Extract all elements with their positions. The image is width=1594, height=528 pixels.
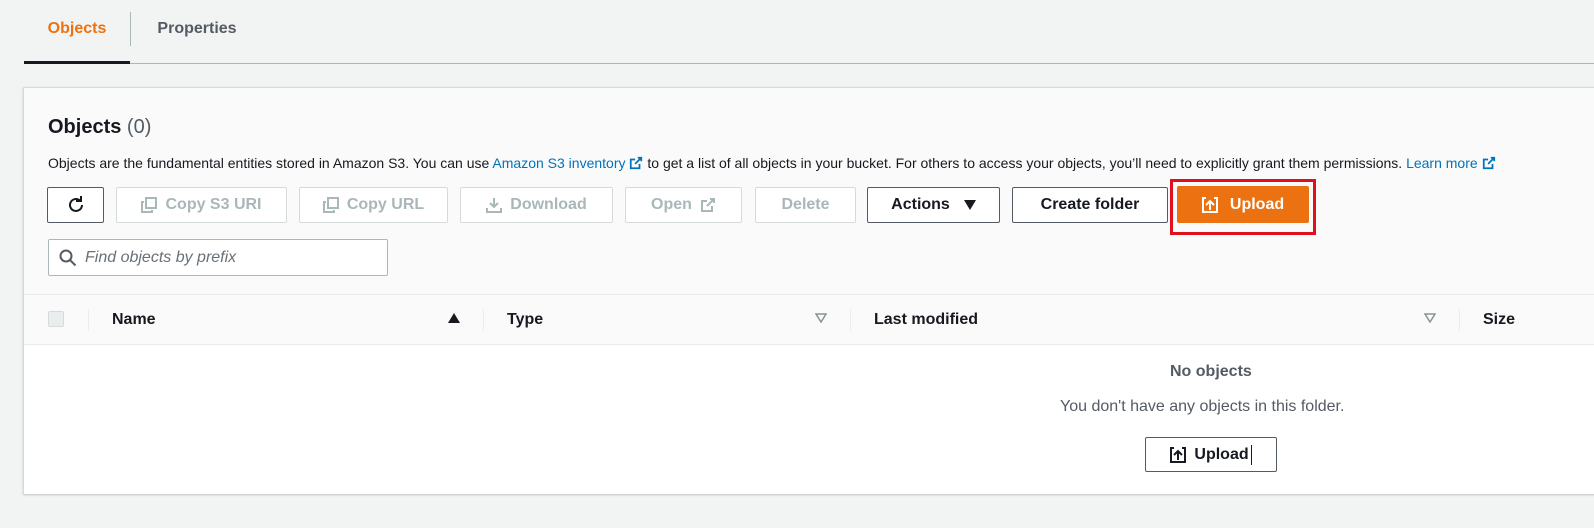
objects-panel: Objects (0) Objects are the fundamental … — [23, 87, 1594, 494]
actions-label: Actions — [891, 196, 950, 213]
column-header-last-modified[interactable]: Last modified — [874, 311, 978, 329]
copy-s3-uri-label: Copy S3 URI — [165, 196, 262, 213]
copy-icon — [322, 197, 339, 213]
create-folder-label: Create folder — [1040, 196, 1140, 213]
column-divider — [88, 309, 89, 331]
empty-state-description: You don't have any objects in this folde… — [1060, 398, 1345, 415]
copy-url-button[interactable]: Copy URL — [299, 187, 448, 223]
column-divider — [483, 309, 484, 331]
empty-upload-label: Upload — [1194, 445, 1249, 463]
caret-down-icon — [963, 200, 976, 210]
external-link-icon — [700, 198, 715, 212]
download-icon — [486, 198, 503, 213]
copy-icon — [141, 197, 158, 213]
delete-button[interactable]: Delete — [755, 187, 856, 223]
sort-icon[interactable] — [1424, 313, 1436, 323]
search-box — [48, 239, 388, 276]
open-label: Open — [651, 196, 692, 213]
search-input[interactable] — [85, 248, 375, 267]
column-divider — [1459, 309, 1460, 331]
actions-dropdown[interactable]: Actions — [867, 187, 1000, 223]
open-button[interactable]: Open — [625, 187, 742, 223]
panel-description: Objects are the fundamental entities sto… — [48, 155, 1496, 171]
refresh-button[interactable] — [47, 187, 104, 223]
download-button[interactable]: Download — [460, 187, 613, 223]
external-link-icon — [1482, 156, 1495, 170]
column-header-size[interactable]: Size — [1483, 311, 1515, 329]
delete-label: Delete — [781, 196, 830, 213]
s3-inventory-link-text: Amazon S3 inventory — [492, 155, 626, 171]
upload-button[interactable]: Upload — [1177, 186, 1309, 223]
empty-upload-button[interactable]: Upload — [1145, 437, 1277, 472]
refresh-icon — [68, 196, 83, 212]
copy-url-label: Copy URL — [346, 196, 425, 213]
description-text-2: to get a list of all objects in your buc… — [643, 155, 1403, 171]
column-divider — [850, 309, 851, 331]
select-all-checkbox[interactable] — [48, 311, 64, 327]
copy-s3-uri-button[interactable]: Copy S3 URI — [116, 187, 287, 223]
upload-label: Upload — [1229, 195, 1285, 213]
upload-icon — [1201, 196, 1218, 213]
description-text-1: Objects are the fundamental entities sto… — [48, 155, 493, 171]
upload-icon — [1170, 446, 1187, 463]
object-count: (0) — [126, 116, 152, 138]
learn-more-text: Learn more — [1406, 155, 1478, 171]
empty-state-title: No objects — [1170, 363, 1252, 380]
tab-properties[interactable]: Properties — [131, 0, 263, 63]
learn-more-link[interactable]: Learn more — [1406, 155, 1496, 171]
column-header-type[interactable]: Type — [507, 311, 543, 329]
s3-inventory-link[interactable]: Amazon S3 inventory — [492, 155, 643, 171]
external-link-icon — [630, 156, 643, 170]
text-cursor — [1250, 444, 1252, 465]
search-icon — [59, 249, 77, 266]
title-text: Objects — [48, 116, 122, 138]
tab-objects[interactable]: Objects — [24, 0, 130, 64]
sort-ascending-icon[interactable] — [448, 313, 460, 323]
table-header: Name Type Last modified Size — [24, 294, 1594, 345]
sort-icon[interactable] — [815, 313, 827, 323]
page-title: Objects (0) — [48, 116, 151, 139]
column-header-name[interactable]: Name — [112, 311, 156, 329]
create-folder-button[interactable]: Create folder — [1012, 187, 1168, 223]
tab-bar: Objects Properties — [24, 0, 1594, 64]
download-label: Download — [510, 196, 587, 213]
table-body: No objects You don't have any objects in… — [24, 346, 1594, 494]
